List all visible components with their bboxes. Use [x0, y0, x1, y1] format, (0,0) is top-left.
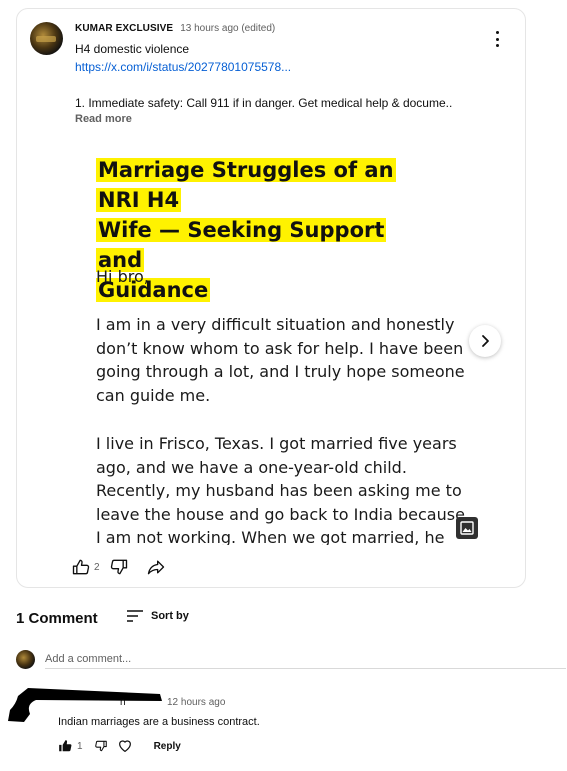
comments-header: 1 Comment	[16, 610, 98, 627]
sort-by-label: Sort by	[151, 610, 189, 622]
more-vert-icon[interactable]	[493, 31, 501, 47]
image-paragraph-2: I live in Frisco, Texas. I got married f…	[96, 434, 465, 545]
comment-text: Indian marriages are a business contract…	[58, 716, 260, 728]
thumb-up-icon	[72, 559, 90, 575]
post-header: KUMAR EXCLUSIVE 13 hours ago (edited)	[75, 23, 275, 34]
current-user-avatar	[16, 650, 35, 669]
post-image[interactable]: Marriage Struggles of an NRI H4 Wife — S…	[75, 141, 475, 545]
like-button[interactable]: 2	[71, 557, 109, 577]
post-actions: 2	[71, 557, 166, 577]
channel-name[interactable]: KUMAR EXCLUSIVE	[75, 23, 173, 34]
image-greeting: Hi bro,	[96, 267, 149, 286]
thumb-down-icon	[110, 559, 127, 575]
channel-avatar[interactable]	[30, 22, 63, 55]
chevron-right-icon	[482, 335, 489, 347]
image-icon	[456, 517, 478, 539]
post-like-count: 2	[94, 561, 100, 573]
sort-by-button[interactable]: Sort by	[126, 609, 189, 623]
heart-icon[interactable]	[117, 738, 133, 754]
carousel-next-button[interactable]	[469, 325, 501, 357]
image-paragraph-1: I am in a very difficult situation and h…	[96, 315, 465, 405]
thumb-down-icon[interactable]	[94, 739, 108, 753]
image-title-line-2: Wife — Seeking Support and	[96, 218, 387, 272]
post-link[interactable]: https://x.com/i/status/20277801075578...	[75, 60, 291, 74]
add-comment-input[interactable]	[45, 649, 566, 669]
comment-like-count: 1	[77, 740, 83, 752]
comments-count: 1 Comment	[16, 610, 98, 627]
sort-icon	[127, 610, 143, 622]
comment-timestamp[interactable]: 12 hours ago	[167, 697, 225, 708]
thumb-up-filled-icon[interactable]	[58, 739, 72, 753]
reply-button[interactable]: Reply	[154, 741, 181, 752]
community-post-card: KUMAR EXCLUSIVE 13 hours ago (edited) H4…	[16, 8, 526, 588]
image-title-line-1: Marriage Struggles of an NRI H4	[96, 158, 396, 212]
comment-actions: 1 Reply	[58, 738, 181, 754]
dislike-button[interactable]	[109, 557, 129, 577]
post-title: H4 domestic violence	[75, 42, 190, 56]
post-body-preview: 1. Immediate safety: Call 911 if in dang…	[75, 96, 453, 110]
comment-author[interactable]: n	[120, 697, 126, 708]
share-icon	[147, 560, 164, 575]
post-timestamp[interactable]: 13 hours ago (edited)	[180, 23, 275, 34]
share-button[interactable]	[146, 557, 166, 577]
read-more-button[interactable]: Read more	[75, 113, 132, 125]
